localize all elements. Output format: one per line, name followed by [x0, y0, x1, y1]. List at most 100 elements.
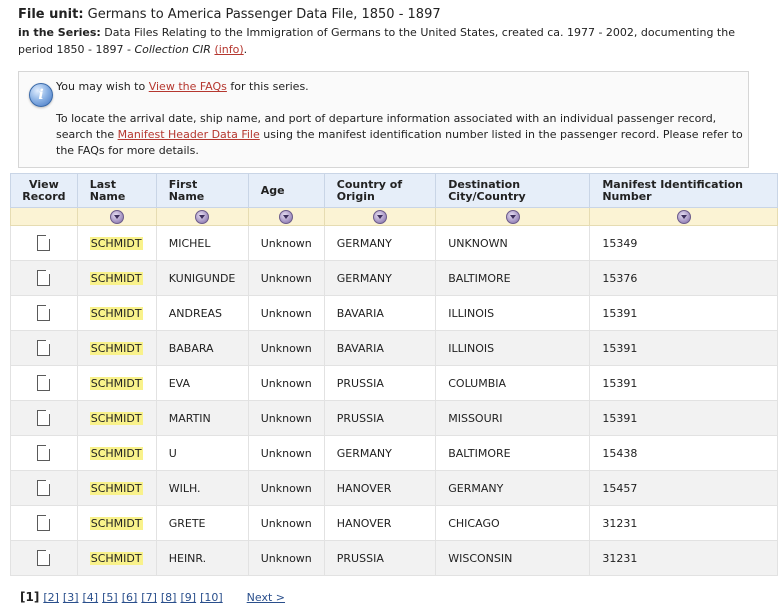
sort-destination-icon[interactable] [505, 209, 520, 224]
file-unit-label: File unit: [18, 7, 84, 22]
info-icon: i [29, 83, 53, 107]
view-faqs-link[interactable]: View the FAQs [149, 80, 227, 93]
last-name-highlight: SCHMIDT [89, 306, 143, 320]
manifest-cell: 15349 [589, 225, 778, 261]
page-link[interactable]: [6] [122, 591, 138, 604]
page-link[interactable]: [2] [43, 591, 59, 604]
destination-cell: GERMANY [435, 470, 591, 506]
last-name-highlight: SCHMIDT [89, 411, 143, 425]
view-record-cell [10, 470, 78, 506]
sort-cell-age [247, 207, 325, 226]
sort-age-icon[interactable] [279, 209, 294, 224]
page-link[interactable]: [4] [83, 591, 99, 604]
faq-paragraph: You may wish to View the FAQs for this s… [56, 79, 744, 95]
view-record-cell [10, 260, 78, 296]
page-link[interactable]: [7] [141, 591, 157, 604]
view-record-icon[interactable] [37, 410, 51, 426]
age-cell: Unknown [247, 330, 325, 366]
view-record-icon[interactable] [37, 445, 51, 461]
last-name-cell: SCHMIDT [76, 365, 157, 401]
first-name-cell: MICHEL [155, 225, 249, 261]
last-name-highlight: SCHMIDT [89, 341, 143, 355]
page-link[interactable]: [5] [102, 591, 118, 604]
sort-manifest-icon[interactable] [676, 209, 691, 224]
next-page-link[interactable]: Next > [247, 591, 285, 604]
first-name-cell: EVA [155, 365, 249, 401]
age-cell: Unknown [247, 470, 325, 506]
destination-cell: COLUMBIA [435, 365, 591, 401]
col-header-age: Age [247, 173, 325, 208]
faq-text-pre: You may wish to [56, 80, 149, 93]
table-row: SCHMIDT ANDREAS Unknown BAVARIA ILLINOIS 1539… [10, 295, 778, 331]
age-cell: Unknown [247, 295, 325, 331]
page-link[interactable]: [9] [180, 591, 196, 604]
country-cell: GERMANY [323, 260, 437, 296]
col-header-last-name: Last Name [76, 173, 157, 208]
page-link[interactable]: [8] [161, 591, 177, 604]
series-period: . [243, 43, 248, 56]
view-record-icon[interactable] [37, 550, 51, 566]
first-name-cell: KUNIGUNDE [155, 260, 249, 296]
manifest-cell: 15438 [589, 435, 778, 471]
view-record-cell [10, 540, 78, 576]
last-name-cell: SCHMIDT [76, 330, 157, 366]
destination-cell: BALTIMORE [435, 435, 591, 471]
country-cell: PRUSSIA [323, 400, 437, 436]
view-record-icon[interactable] [37, 340, 51, 356]
view-record-icon[interactable] [37, 375, 51, 391]
last-name-highlight: SCHMIDT [89, 481, 143, 495]
current-page: [1] [20, 590, 40, 604]
age-cell: Unknown [247, 365, 325, 401]
info-link[interactable]: (info) [214, 43, 243, 56]
first-name-cell: WILH. [155, 470, 249, 506]
page-link[interactable]: [10] [200, 591, 223, 604]
first-name-cell: HEINR. [155, 540, 249, 576]
view-record-cell [10, 330, 78, 366]
country-cell: PRUSSIA [323, 365, 437, 401]
last-name-highlight: SCHMIDT [89, 271, 143, 285]
first-name-cell: ANDREAS [155, 295, 249, 331]
sort-cell-manifest [589, 207, 778, 226]
table-row: SCHMIDT BABARA Unknown BAVARIA ILLINOIS 15391 [10, 330, 778, 366]
country-cell: PRUSSIA [323, 540, 437, 576]
sort-first-name-icon[interactable] [195, 209, 210, 224]
manifest-cell: 31231 [589, 505, 778, 541]
last-name-cell: SCHMIDT [76, 505, 157, 541]
destination-cell: ILLINOIS [435, 295, 591, 331]
manifest-cell: 15391 [589, 330, 778, 366]
sort-cell-last [76, 207, 157, 226]
age-cell: Unknown [247, 540, 325, 576]
last-name-cell: SCHMIDT [76, 400, 157, 436]
file-unit-title: Germans to America Passenger Data File, … [87, 7, 441, 22]
table-row: SCHMIDT WILH. Unknown HANOVER GERMANY 15457 [10, 470, 778, 506]
manifest-cell: 15391 [589, 295, 778, 331]
view-record-icon[interactable] [37, 480, 51, 496]
table-row: SCHMIDT GRETE Unknown HANOVER CHICAGO 31231 [10, 505, 778, 541]
last-name-cell: SCHMIDT [76, 225, 157, 261]
last-name-highlight: SCHMIDT [89, 236, 143, 250]
manifest-header-link[interactable]: Manifest Header Data File [118, 128, 260, 141]
age-cell: Unknown [247, 400, 325, 436]
view-record-icon[interactable] [37, 305, 51, 321]
manifest-cell: 15376 [589, 260, 778, 296]
view-record-icon[interactable] [37, 235, 51, 251]
table-row: SCHMIDT EVA Unknown PRUSSIA COLUMBIA 15391 [10, 365, 778, 401]
manifest-cell: 15391 [589, 365, 778, 401]
manifest-cell: 15391 [589, 400, 778, 436]
age-cell: Unknown [247, 435, 325, 471]
view-record-cell [10, 505, 78, 541]
page-link[interactable]: [3] [63, 591, 79, 604]
view-record-icon[interactable] [37, 270, 51, 286]
last-name-cell: SCHMIDT [76, 260, 157, 296]
sort-country-icon[interactable] [373, 209, 387, 224]
sort-last-name-icon[interactable] [109, 209, 124, 224]
table-row: SCHMIDT HEINR. Unknown PRUSSIA WISCONSIN 3123… [10, 540, 778, 576]
destination-cell: UNKNOWN [435, 225, 591, 261]
view-record-icon[interactable] [37, 515, 51, 531]
col-header-manifest: Manifest Identification Number [589, 173, 778, 208]
series-line: in the Series: Data Files Relating to th… [18, 24, 768, 58]
view-record-cell [10, 435, 78, 471]
sort-cell-destination [435, 207, 591, 226]
country-cell: BAVARIA [323, 295, 437, 331]
series-label: in the Series: [18, 26, 101, 39]
